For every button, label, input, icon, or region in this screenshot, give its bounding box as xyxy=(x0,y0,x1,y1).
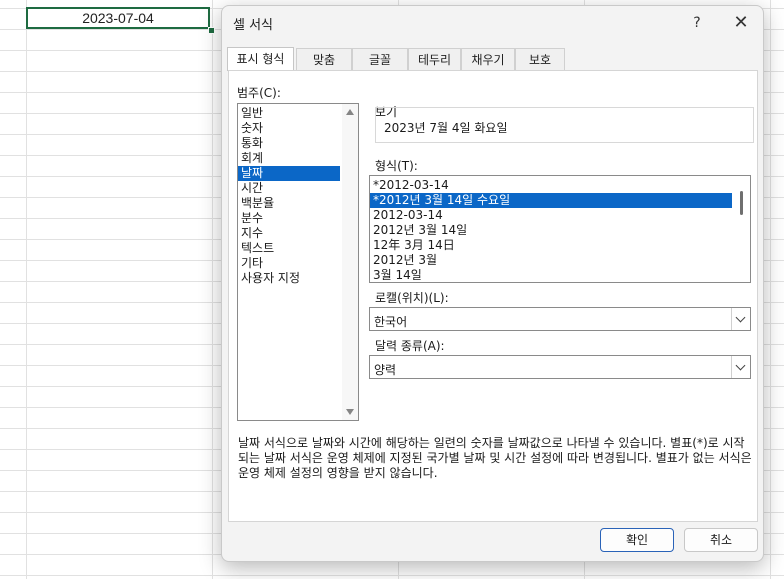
category-label: 범주(C): xyxy=(237,86,281,100)
dialog-title: 셀 서식 xyxy=(233,18,274,33)
tab-font[interactable]: 글꼴 xyxy=(352,48,408,70)
list-item[interactable]: 2012-03-14 xyxy=(370,208,750,223)
locale-value: 한국어 xyxy=(374,315,408,329)
list-item[interactable]: 12年 3月 14日 xyxy=(370,238,750,253)
list-item[interactable]: 회계 xyxy=(238,151,358,166)
locale-select[interactable]: 한국어 xyxy=(369,307,751,331)
type-list[interactable]: *2012-03-14 *2012년 3월 14일 수요일 2012-03-14… xyxy=(369,175,751,283)
active-cell[interactable]: 2023-07-04 xyxy=(26,7,210,29)
number-panel: 범주(C): 일반 숫자 통화 회계 날짜 시간 백분율 분수 지수 텍스트 기… xyxy=(228,70,758,522)
list-item[interactable]: 숫자 xyxy=(238,121,358,136)
help-button[interactable]: ? xyxy=(682,10,712,36)
format-cells-dialog: 셀 서식 ? ✕ 표시 형식 맞춤 글꼴 테두리 채우기 보호 범주(C): 일… xyxy=(221,5,764,562)
list-item[interactable]: 3월 14일 xyxy=(370,268,750,282)
category-list[interactable]: 일반 숫자 통화 회계 날짜 시간 백분율 분수 지수 텍스트 기타 사용자 지… xyxy=(237,103,359,421)
calendar-label: 달력 종류(A): xyxy=(375,339,445,353)
ok-button[interactable]: 확인 xyxy=(600,528,674,552)
category-scrollbar[interactable] xyxy=(342,104,358,420)
chevron-down-icon xyxy=(735,312,746,323)
list-item[interactable]: 텍스트 xyxy=(238,241,358,256)
sample-box: 2023년 7월 4일 화요일 xyxy=(375,107,754,143)
calendar-select[interactable]: 양력 xyxy=(369,355,751,379)
tab-alignment[interactable]: 맞춤 xyxy=(296,48,352,70)
list-item[interactable]: 2012년 3월 14일 xyxy=(370,223,750,238)
fill-handle[interactable] xyxy=(208,27,215,34)
locale-label: 로캘(위치)(L): xyxy=(375,291,449,305)
list-item-selected[interactable]: *2012년 3월 14일 수요일 xyxy=(370,193,732,208)
dialog-titlebar[interactable]: 셀 서식 ? ✕ xyxy=(222,6,763,40)
list-item[interactable]: 백분율 xyxy=(238,196,358,211)
close-button[interactable]: ✕ xyxy=(726,10,756,36)
chevron-down-icon xyxy=(735,360,746,371)
list-item[interactable]: 사용자 지정 xyxy=(238,271,358,286)
tab-protection[interactable]: 보호 xyxy=(515,48,565,70)
tab-number[interactable]: 표시 형식 xyxy=(227,47,294,71)
calendar-dropdown-button[interactable] xyxy=(731,356,750,378)
list-item[interactable]: 분수 xyxy=(238,211,358,226)
tab-fill[interactable]: 채우기 xyxy=(461,48,515,70)
list-item[interactable]: *2012-03-14 xyxy=(370,178,750,193)
scroll-down-arrow-icon[interactable] xyxy=(346,409,354,415)
type-scrollbar[interactable] xyxy=(734,176,750,282)
list-item[interactable]: 2012년 3월 xyxy=(370,253,750,268)
scroll-up-arrow-icon[interactable] xyxy=(346,109,354,115)
list-item-selected[interactable]: 날짜 xyxy=(238,166,340,181)
column-divider xyxy=(26,0,27,579)
scroll-thumb[interactable] xyxy=(740,191,743,215)
sample-value: 2023년 7월 4일 화요일 xyxy=(384,121,508,135)
tab-border[interactable]: 테두리 xyxy=(408,48,461,70)
list-item[interactable]: 통화 xyxy=(238,136,358,151)
locale-dropdown-button[interactable] xyxy=(731,308,750,330)
list-item[interactable]: 지수 xyxy=(238,226,358,241)
list-item[interactable]: 시간 xyxy=(238,181,358,196)
list-item[interactable]: 일반 xyxy=(238,106,358,121)
list-item[interactable]: 기타 xyxy=(238,256,358,271)
description-text: 날짜 서식으로 날짜와 시간에 해당하는 일련의 숫자를 날짜값으로 나타낼 수… xyxy=(238,436,752,480)
type-label: 형식(T): xyxy=(375,159,418,173)
cancel-button[interactable]: 취소 xyxy=(684,528,758,552)
calendar-value: 양력 xyxy=(374,363,397,377)
